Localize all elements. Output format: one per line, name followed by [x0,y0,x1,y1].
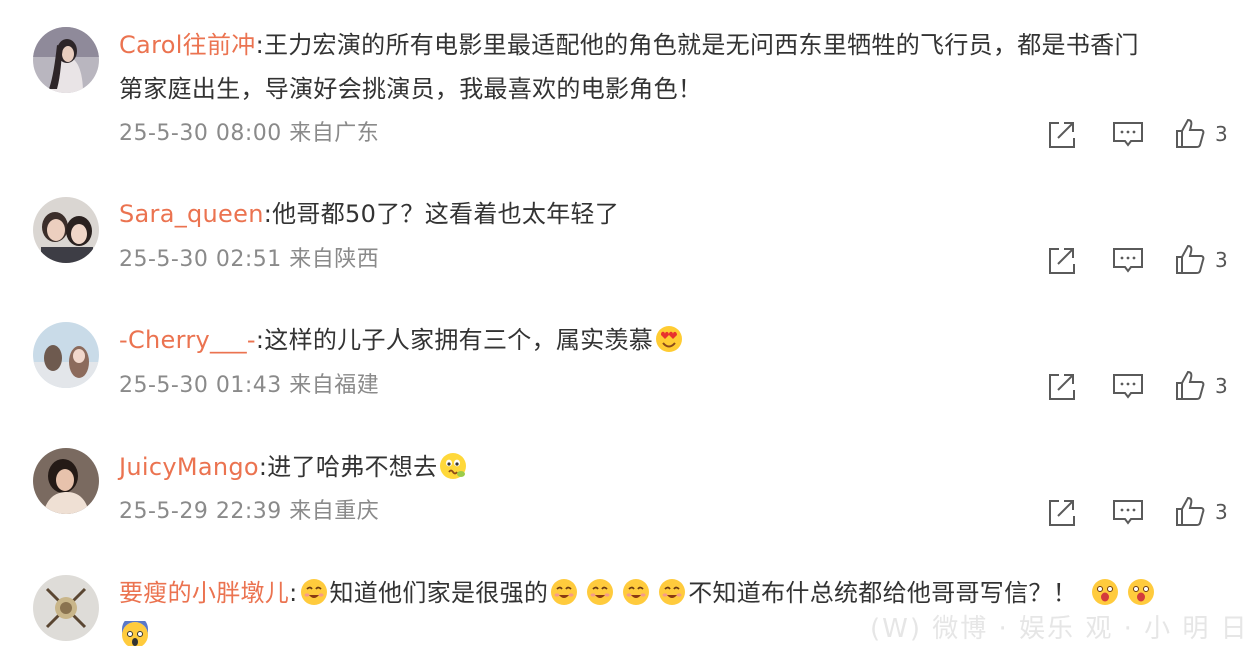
like-count: 3 [1215,248,1228,272]
comment-feed: Carol往前冲:王力宏演的所有电影里最适配他的角色就是无问西东里牺牲的飞行员，… [0,0,1244,646]
share-icon[interactable] [1045,117,1079,151]
username-link[interactable]: Carol往前冲 [119,31,256,59]
comment-text: Carol往前冲:王力宏演的所有电影里最适配他的角色就是无问西东里牺牲的飞行员，… [119,30,1214,60]
thumbs-up-icon[interactable] [1173,117,1207,151]
comment-actions: 3 [1045,117,1235,151]
shocked-emoji [1127,578,1155,606]
grin-emoji [586,578,614,606]
comment-body: 第家庭出生，导演好会挑演员，我最喜欢的电影角色！ [119,75,703,103]
timestamp: 25-5-29 22:39 [119,499,282,524]
comment-icon[interactable] [1111,495,1145,529]
timestamp: 25-5-30 02:51 [119,247,282,272]
like-count: 3 [1215,122,1228,146]
comment-text: Sara_queen:他哥都50了？这看着也太年轻了 [119,199,1214,229]
share-icon[interactable] [1045,243,1079,277]
like-count: 3 [1215,500,1228,524]
like-count: 3 [1215,374,1228,398]
comment-actions: 3 [1045,369,1235,403]
location: 来自广东 [289,121,380,146]
comment-meta: 25-5-30 02:51 来自陕西 [119,246,379,274]
thumbs-up-icon[interactable] [1173,495,1207,529]
sour-face-emoji [439,452,467,480]
thumbs-up-icon[interactable] [1173,243,1207,277]
grin-emoji [550,578,578,606]
avatar[interactable] [33,448,99,514]
location: 来自福建 [289,373,380,398]
comment-text: -Cherry___-:这样的儿子人家拥有三个，属实羡慕 [119,325,1214,355]
username-link[interactable]: JuicyMango [119,453,259,481]
grin-emoji [300,578,328,606]
avatar[interactable] [33,322,99,388]
comment-meta: 25-5-30 01:43 来自福建 [119,372,379,400]
username-link[interactable]: Sara_queen [119,200,264,228]
separator: : [263,200,273,228]
comment-icon[interactable] [1111,117,1145,151]
separator: : [289,579,298,607]
scream-emoji [121,621,149,646]
username-link[interactable]: 要瘦的小胖墩儿 [119,579,289,607]
shocked-emoji [1091,578,1119,606]
comment-body: 他哥都50了？这看着也太年轻了 [272,200,620,228]
comment-body: 进了哈弗不想去 [267,453,438,481]
comment-text: 第家庭出生，导演好会挑演员，我最喜欢的电影角色！ [119,74,1214,104]
avatar[interactable] [33,575,99,641]
comment-text: 要瘦的小胖墩儿: 知道他们家是很强的 不知道布什总统都给他哥哥写信？！ [119,578,1214,608]
timestamp: 25-5-30 01:43 [119,373,282,398]
separator: : [255,31,264,59]
location: 来自陕西 [289,247,380,272]
location: 来自重庆 [289,499,380,524]
grin-emoji [658,578,686,606]
timestamp: 25-5-30 08:00 [119,121,282,146]
comment-actions: 3 [1045,243,1235,277]
avatar[interactable] [33,27,99,93]
comment-icon[interactable] [1111,369,1145,403]
comment-body: 王力宏演的所有电影里最适配他的角色就是无问西东里牺牲的飞行员，都是书香门 [263,31,1139,59]
separator: : [255,326,265,354]
username-link[interactable]: -Cherry___- [119,326,256,354]
comment-body: 不知道布什总统都给他哥哥写信？！ [688,579,1078,607]
heart-eyes-emoji [655,325,683,353]
comment-body: 这样的儿子人家拥有三个，属实羡慕 [264,326,654,354]
thumbs-up-icon[interactable] [1173,369,1207,403]
comment-meta: 25-5-29 22:39 来自重庆 [119,498,379,526]
comment-text: JuicyMango:进了哈弗不想去 [119,452,1214,482]
comment-actions: 3 [1045,495,1235,529]
comment-text-continued [119,621,151,646]
comment-icon[interactable] [1111,243,1145,277]
watermark: (W) 微博 · 娱乐 观 · 小 明 日 报 [870,614,1244,644]
comment-body: 知道他们家是很强的 [329,579,549,607]
grin-emoji [622,578,650,606]
comment-meta: 25-5-30 08:00 来自广东 [119,120,379,148]
share-icon[interactable] [1045,495,1079,529]
share-icon[interactable] [1045,369,1079,403]
avatar[interactable] [33,197,99,263]
